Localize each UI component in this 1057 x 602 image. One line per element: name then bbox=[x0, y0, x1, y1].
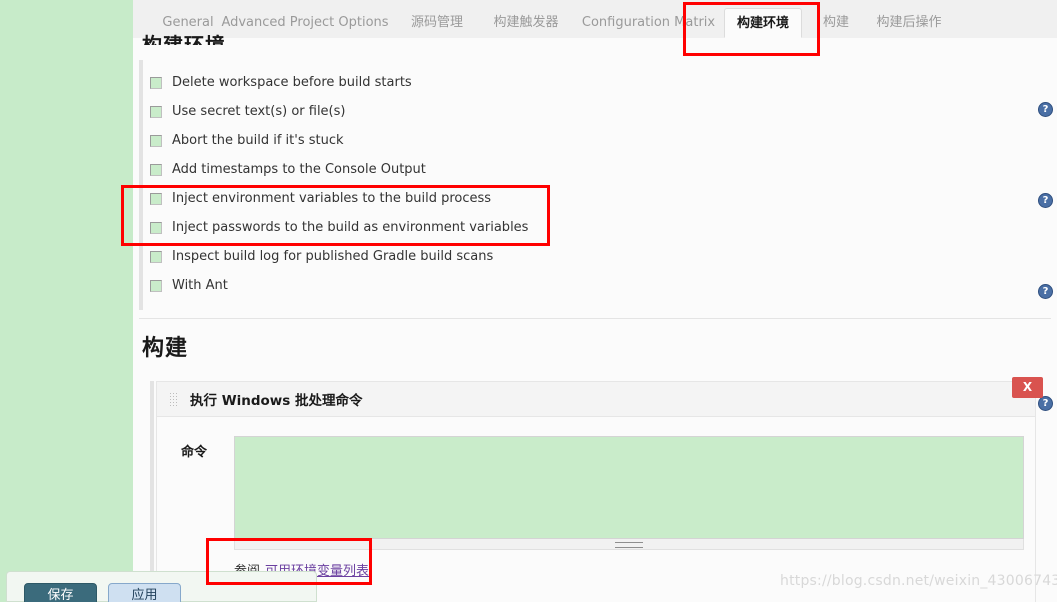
help-icon-use-secret-text[interactable]: ? bbox=[1038, 102, 1053, 117]
option-inject-passwords[interactable]: Inject passwords to the build as environ… bbox=[133, 213, 1057, 242]
option-with-ant[interactable]: With Ant bbox=[133, 271, 1057, 300]
option-inspect-build-log-gradle[interactable]: Inspect build log for published Gradle b… bbox=[133, 242, 1057, 271]
help-icon-inject-environment-variables[interactable]: ? bbox=[1038, 193, 1053, 208]
delete-workspace-checkbox[interactable] bbox=[150, 76, 162, 89]
inject-passwords-checkbox[interactable] bbox=[150, 221, 162, 234]
save-button[interactable]: 保存 bbox=[24, 583, 97, 602]
tab-post-build-actions-label: 构建后操作 bbox=[876, 15, 942, 30]
abort-build-if-stuck-label: Abort the build if it's stuck bbox=[172, 133, 344, 148]
build-step-header: 执行 Windows 批处理命令 bbox=[157, 382, 1035, 417]
inspect-build-log-gradle-label: Inspect build log for published Gradle b… bbox=[172, 249, 494, 264]
tab-configuration-matrix-label: Configuration Matrix bbox=[581, 15, 716, 30]
left-selection-panel bbox=[0, 0, 133, 602]
delete-build-step-button[interactable]: X bbox=[1012, 377, 1043, 398]
option-inject-environment-variables[interactable]: Inject environment variables to the buil… bbox=[133, 184, 1057, 213]
add-timestamps-label: Add timestamps to the Console Output bbox=[172, 162, 426, 177]
tab-general-label: General bbox=[162, 15, 214, 30]
help-icon-build-step[interactable]: ? bbox=[1038, 396, 1053, 411]
tab-build-label: 构建 bbox=[822, 15, 849, 30]
abort-build-if-stuck-checkbox[interactable] bbox=[150, 134, 162, 147]
tab-source-code-management[interactable]: 源码管理 bbox=[395, 8, 479, 38]
build-environment-section-heading: 构建环境 bbox=[142, 33, 226, 45]
jenkins-job-config-screen: General Advanced Project Options 源码管理 构建… bbox=[0, 0, 1057, 602]
option-use-secret-text-or-file[interactable]: Use secret text(s) or file(s) bbox=[133, 97, 1057, 126]
option-add-timestamps[interactable]: Add timestamps to the Console Output bbox=[133, 155, 1057, 184]
add-timestamps-checkbox[interactable] bbox=[150, 163, 162, 176]
watermark-text: https://blog.csdn.net/weixin_43006743 bbox=[780, 573, 1057, 589]
build-step-rail bbox=[150, 381, 154, 602]
build-step-title: 执行 Windows 批处理命令 bbox=[190, 393, 363, 409]
tab-build[interactable]: 构建 bbox=[809, 8, 863, 38]
inspect-build-log-gradle-checkbox[interactable] bbox=[150, 250, 162, 263]
option-delete-workspace[interactable]: Delete workspace before build starts bbox=[133, 68, 1057, 97]
inject-environment-variables-label: Inject environment variables to the buil… bbox=[172, 191, 492, 206]
build-section-title: 构建 bbox=[142, 336, 189, 361]
form-action-bar: 保存 应用 bbox=[6, 571, 317, 602]
drag-handle-icon[interactable] bbox=[169, 392, 179, 406]
option-abort-build-if-stuck[interactable]: Abort the build if it's stuck bbox=[133, 126, 1057, 155]
inject-environment-variables-checkbox[interactable] bbox=[150, 192, 162, 205]
help-icon-with-ant[interactable]: ? bbox=[1038, 284, 1053, 299]
build-step-panel: 执行 Windows 批处理命令 命令 参阅可用环境变量列表 bbox=[156, 381, 1036, 602]
command-textarea[interactable] bbox=[234, 436, 1024, 539]
build-environment-checkbox-list: Delete workspace before build starts Use… bbox=[133, 68, 1057, 300]
with-ant-checkbox[interactable] bbox=[150, 279, 162, 292]
with-ant-label: With Ant bbox=[172, 278, 228, 293]
command-label: 命令 bbox=[181, 445, 208, 460]
use-secret-text-or-file-label: Use secret text(s) or file(s) bbox=[172, 104, 346, 119]
section-divider bbox=[139, 318, 1051, 319]
config-tab-bar: General Advanced Project Options 源码管理 构建… bbox=[133, 0, 1057, 39]
textarea-resize-handle[interactable] bbox=[234, 539, 1024, 550]
main-content-column: General Advanced Project Options 源码管理 构建… bbox=[133, 0, 1057, 602]
inject-passwords-label: Inject passwords to the build as environ… bbox=[172, 220, 529, 235]
tab-source-code-management-label: 源码管理 bbox=[410, 15, 463, 30]
use-secret-text-or-file-checkbox[interactable] bbox=[150, 105, 162, 118]
config-form-body: 构建环境 Delete workspace before build start… bbox=[133, 33, 1057, 602]
tab-post-build-actions[interactable]: 构建后操作 bbox=[861, 8, 957, 38]
tab-configuration-matrix[interactable]: Configuration Matrix bbox=[576, 8, 721, 38]
delete-workspace-label: Delete workspace before build starts bbox=[172, 75, 412, 90]
tab-advanced-project-options[interactable]: Advanced Project Options bbox=[220, 8, 390, 38]
tab-build-environment-label: 构建环境 bbox=[736, 16, 789, 31]
apply-button[interactable]: 应用 bbox=[108, 583, 181, 602]
tab-build-environment[interactable]: 构建环境 bbox=[724, 8, 802, 38]
tab-advanced-project-options-label: Advanced Project Options bbox=[221, 15, 389, 30]
tab-build-triggers-label: 构建触发器 bbox=[493, 15, 559, 30]
command-field-row: 命令 参阅可用环境变量列表 bbox=[157, 417, 1035, 579]
tab-build-triggers[interactable]: 构建触发器 bbox=[478, 8, 574, 38]
